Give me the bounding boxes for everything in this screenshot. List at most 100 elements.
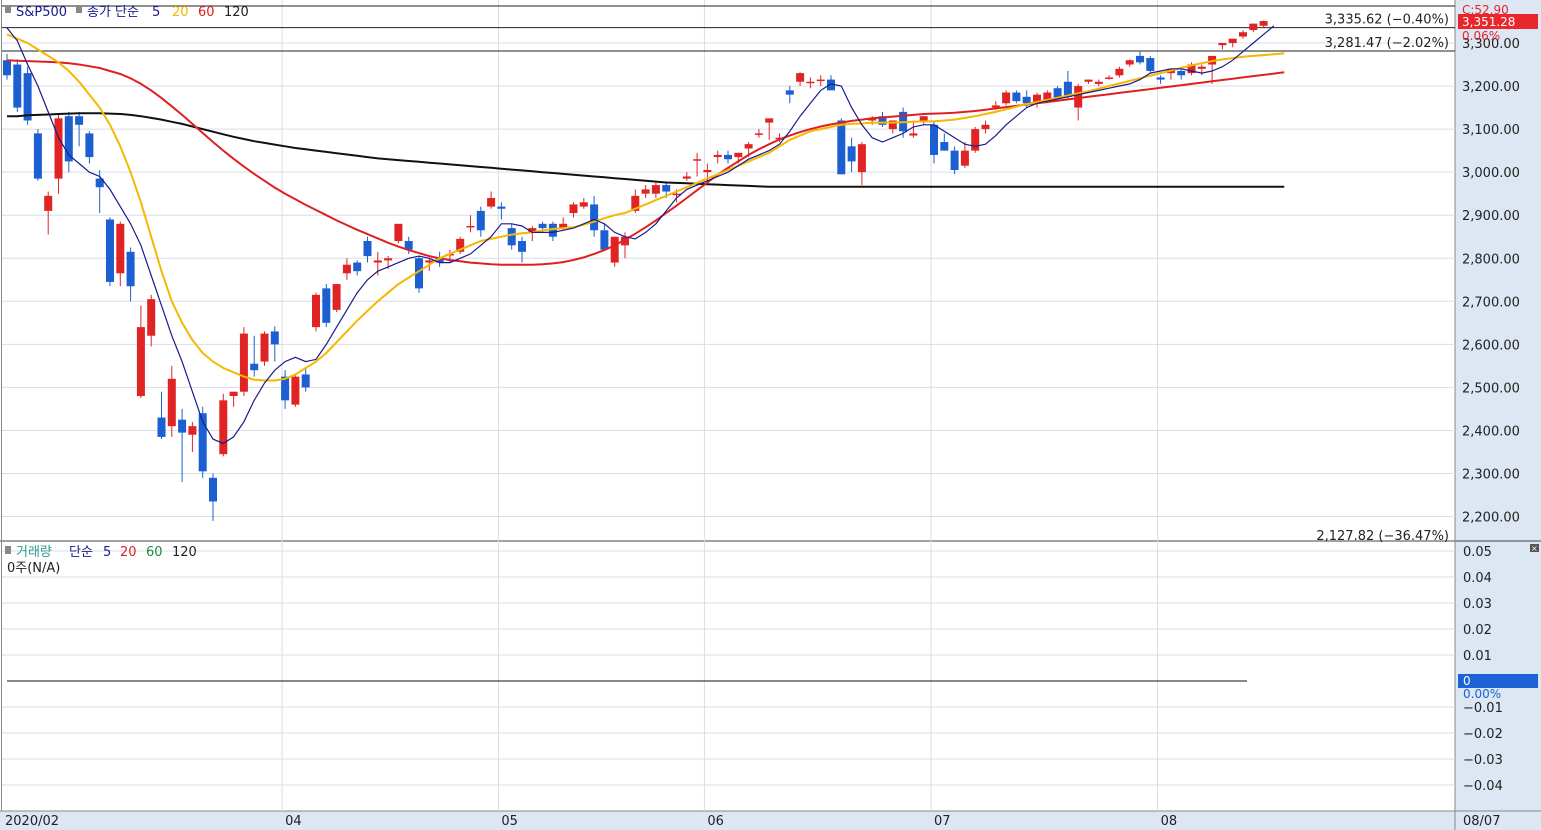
volume-ma-period-60[interactable]: 60 xyxy=(146,545,163,560)
candle-body xyxy=(940,142,949,151)
candle xyxy=(167,365,176,437)
volume-tick-label: 0.04 xyxy=(1463,571,1492,586)
candle-body xyxy=(724,154,732,160)
candle xyxy=(796,72,805,87)
candle-body xyxy=(981,124,990,130)
candle xyxy=(209,473,217,521)
candle-body xyxy=(3,60,11,76)
ma-period-20[interactable]: 20 xyxy=(172,5,189,20)
candle-body xyxy=(147,299,156,336)
candle xyxy=(713,150,722,164)
candle-body xyxy=(1177,70,1186,76)
candle-body xyxy=(538,223,547,229)
candle-body xyxy=(188,426,197,435)
ref-line-label-1: 3,335.62 (−0.40%) xyxy=(1325,13,1449,28)
volume-ma-period-5[interactable]: 5 xyxy=(103,545,111,560)
candle-body xyxy=(136,327,145,397)
candle-body xyxy=(950,150,959,170)
candle-body xyxy=(847,146,856,162)
volume-tick-label: −0.02 xyxy=(1463,727,1503,742)
candle-body xyxy=(322,288,331,323)
candle xyxy=(487,191,496,209)
ma-label[interactable]: 종가 단순 xyxy=(87,5,139,20)
candle xyxy=(682,172,691,181)
ma-line-120 xyxy=(7,112,1285,188)
symbol-marker-icon[interactable] xyxy=(5,5,11,13)
candle-body xyxy=(909,133,918,136)
candle-body xyxy=(1125,60,1134,65)
candle-body xyxy=(126,251,135,287)
volume-tick-label: −0.04 xyxy=(1463,779,1503,794)
candle-body xyxy=(796,73,805,82)
volume-tick-label: −0.03 xyxy=(1463,753,1503,768)
candle-body xyxy=(106,219,114,282)
volume-marker-icon[interactable] xyxy=(5,546,11,554)
volume-ma-period-120[interactable]: 120 xyxy=(172,545,197,560)
right-date-label: 08/07 xyxy=(1463,814,1500,829)
candle-body xyxy=(229,391,238,397)
candle xyxy=(106,217,114,287)
ma-period-5[interactable]: 5 xyxy=(152,5,160,20)
price-tick-label: 2,800.00 xyxy=(1462,252,1520,267)
candle xyxy=(198,406,207,478)
candle xyxy=(610,236,619,267)
candle-body xyxy=(1218,43,1227,46)
candle xyxy=(301,368,310,392)
candle-body xyxy=(713,154,722,158)
candle-body xyxy=(1105,77,1114,79)
low-label: 2,127.82 (−36.47%) xyxy=(1316,529,1449,544)
candle-body xyxy=(682,176,691,179)
candle-body xyxy=(507,228,516,246)
candle xyxy=(466,215,475,233)
candle-body xyxy=(703,169,712,173)
candle-body xyxy=(1022,96,1031,104)
candle-body xyxy=(332,284,341,310)
candle xyxy=(754,129,763,138)
candle xyxy=(1146,55,1155,74)
ma-period-120[interactable]: 120 xyxy=(224,5,249,20)
candle xyxy=(960,142,969,168)
candle-body xyxy=(260,333,269,362)
candle xyxy=(507,223,516,250)
volume-tick-label: 0.01 xyxy=(1463,649,1492,664)
candle-body xyxy=(754,133,763,135)
candle-body xyxy=(857,144,866,173)
volume-label[interactable]: 거래량 xyxy=(16,545,52,560)
candle-body xyxy=(476,210,485,231)
candle-body xyxy=(291,376,300,405)
candle xyxy=(85,131,94,164)
price-tick-label: 3,100.00 xyxy=(1462,123,1520,138)
candle xyxy=(270,326,279,362)
candle xyxy=(1033,92,1041,108)
candle xyxy=(857,142,866,186)
candle xyxy=(1136,51,1144,65)
candle-body xyxy=(54,118,63,179)
price-tick-label: 2,500.00 xyxy=(1462,381,1520,396)
volume-ma-period-20[interactable]: 20 xyxy=(120,545,137,560)
candle-body xyxy=(569,204,578,214)
candle xyxy=(1084,79,1093,84)
pane-close-glyph: × xyxy=(1531,544,1538,553)
candle xyxy=(1012,90,1021,104)
candle xyxy=(971,126,980,153)
candle-body xyxy=(13,64,22,108)
candle xyxy=(1105,75,1114,80)
stock-chart[interactable]: 3,300.003,200.003,100.003,000.002,900.00… xyxy=(0,0,1541,830)
price-tick-label: 3,000.00 xyxy=(1462,166,1520,181)
candle xyxy=(342,258,351,280)
volume-ma-label[interactable]: 단순 xyxy=(69,545,93,560)
candle-body xyxy=(75,116,84,125)
candle-body xyxy=(600,230,609,250)
volume-current-value: 0 xyxy=(1463,674,1471,688)
candle-body xyxy=(651,185,660,194)
candle xyxy=(219,393,228,457)
volume-tick-label: −0.01 xyxy=(1463,701,1503,716)
candle xyxy=(54,114,63,194)
price-tick-label: 3,200.00 xyxy=(1462,80,1520,95)
candle xyxy=(44,191,53,235)
candle-body xyxy=(1197,66,1206,69)
candle xyxy=(1074,83,1083,121)
symbol-name[interactable]: S&P500 xyxy=(16,5,67,20)
ma-period-60[interactable]: 60 xyxy=(198,5,215,20)
ma-marker-icon[interactable] xyxy=(76,5,82,13)
